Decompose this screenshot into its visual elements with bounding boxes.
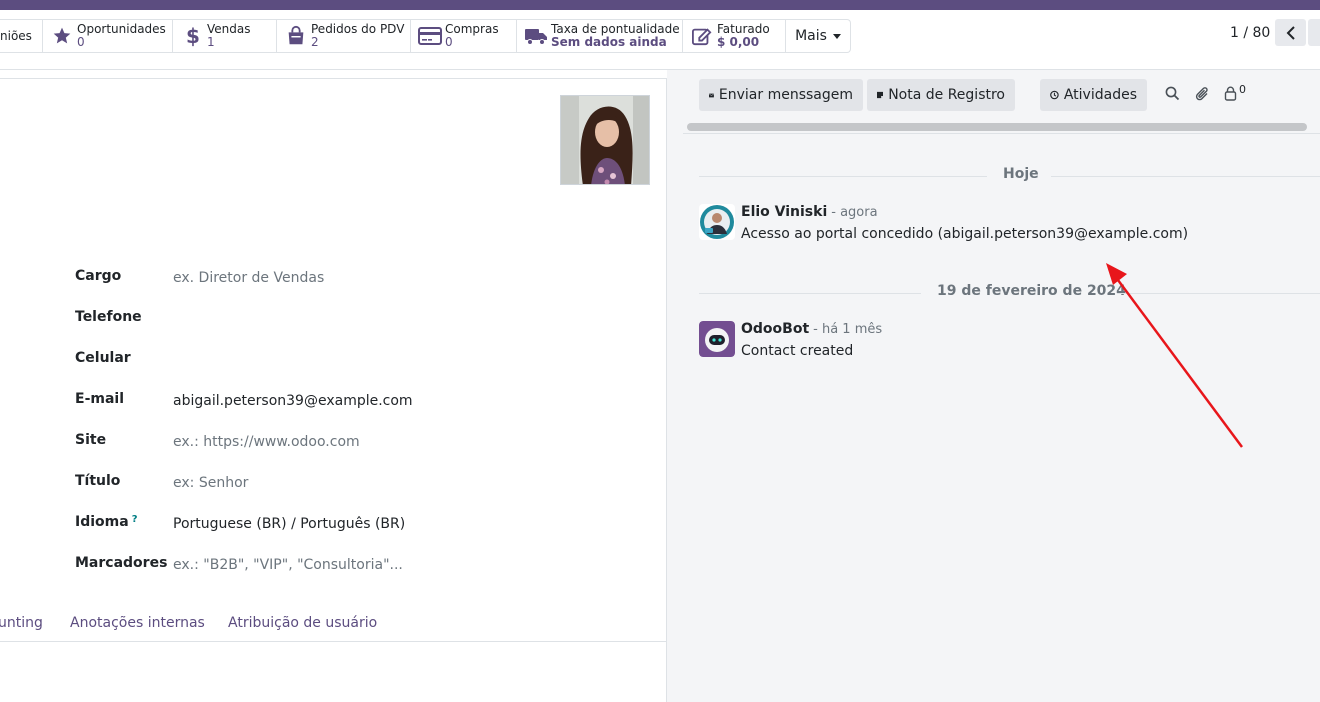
pager-value[interactable]: 1 / 80 [1230, 25, 1270, 41]
activities-button[interactable]: Atividades [1040, 79, 1147, 111]
stat-value: Sem dados ainda [551, 35, 667, 49]
date-label: Hoje [1003, 166, 1039, 182]
send-message-button[interactable]: Enviar menssagem [699, 79, 863, 111]
stat-button-on-time-rate[interactable]: Taxa de pontualidade Sem dados ainda [517, 19, 683, 53]
stat-button-purchases[interactable]: Compras 0 [411, 19, 517, 53]
field-row-job-position: Cargo ex. Diretor de Vendas [75, 268, 635, 290]
date-separator-older: 19 de fevereiro de 2024 [699, 283, 1320, 303]
stat-value: 1 [207, 35, 215, 49]
email-input[interactable]: abigail.peterson39@example.com [173, 393, 413, 409]
clock-icon [1050, 90, 1059, 100]
chatter-panel: Enviar menssagem Nota de Registro Ativid… [667, 70, 1320, 702]
search-icon[interactable] [1165, 86, 1180, 105]
truck-icon [523, 27, 549, 45]
date-label: 19 de fevereiro de 2024 [937, 283, 1126, 299]
edit-invoice-icon [689, 26, 715, 46]
odoobot-avatar[interactable] [699, 321, 735, 357]
message-author: OdooBot - há 1 mês [741, 321, 883, 337]
stat-value: 2 [311, 35, 319, 49]
field-label: Telefone [75, 309, 142, 325]
stat-label: Pedidos do PDV [311, 22, 405, 36]
message-time: - há 1 mês [813, 322, 883, 337]
stat-label: Oportunidades [77, 22, 166, 36]
title-input[interactable]: ex: Senhor [173, 475, 248, 491]
send-message-label: Enviar menssagem [718, 87, 853, 103]
help-tooltip-icon[interactable]: ? [132, 514, 138, 525]
log-note-label: Nota de Registro [888, 87, 1005, 103]
chatter-divider [683, 133, 1320, 134]
form-notebook-tabs: unting Anotações internas Atribuição de … [0, 605, 666, 642]
field-row-mobile: Celular [75, 350, 635, 372]
website-input[interactable]: ex.: https://www.odoo.com [173, 434, 360, 450]
log-note-button[interactable]: Nota de Registro [867, 79, 1015, 111]
field-label: Idioma? [75, 514, 138, 530]
tab-accounting[interactable]: unting [0, 615, 43, 631]
stat-value: 0 [77, 35, 85, 49]
stat-button-meetings[interactable]: niões [0, 19, 43, 53]
message-body: Acesso ao portal concedido (abigail.pete… [741, 226, 1189, 242]
language-select[interactable]: Portuguese (BR) / Português (BR) [173, 516, 405, 532]
more-dropdown-button[interactable]: Mais [786, 19, 851, 53]
tags-input[interactable]: ex.: "B2B", "VIP", "Consultoria"... [173, 557, 403, 573]
credit-card-icon [417, 27, 443, 45]
field-row-website: Site ex.: https://www.odoo.com [75, 432, 635, 454]
more-label: Mais [795, 28, 827, 44]
field-row-tags: Marcadores ex.: "B2B", "VIP", "Consultor… [75, 555, 635, 577]
caret-down-icon [832, 33, 841, 39]
followers-lock-icon[interactable] [1224, 86, 1237, 105]
stat-value: $ 0,00 [717, 35, 760, 49]
field-label: Celular [75, 350, 131, 366]
field-row-title: Título ex: Senhor [75, 473, 635, 495]
field-label: Cargo [75, 268, 122, 284]
stat-label: Compras [445, 22, 499, 36]
stat-button-opportunities[interactable]: Oportunidades 0 [43, 19, 173, 53]
activities-label: Atividades [1063, 87, 1137, 103]
field-label: E-mail [75, 391, 125, 407]
stat-button-bar: niões Oportunidades 0 $ Vendas 1 Pedidos… [0, 10, 1320, 70]
job-position-input[interactable]: ex. Diretor de Vendas [173, 270, 324, 286]
chevron-left-icon [1286, 25, 1295, 40]
pager-next-button[interactable] [1308, 19, 1320, 46]
stat-value: 0 [445, 35, 453, 49]
stat-label: niões [0, 28, 32, 43]
followers-count[interactable]: 0 [1239, 83, 1246, 96]
stat-button-sales[interactable]: $ Vendas 1 [173, 19, 277, 53]
sticky-note-icon [877, 91, 884, 99]
message-author: Elio Viniski - agora [741, 204, 878, 220]
message-time: - agora [831, 205, 878, 220]
user-avatar[interactable] [699, 204, 735, 240]
envelope-icon [709, 93, 714, 97]
language-label: Idioma [75, 514, 129, 530]
message-body: Contact created [741, 343, 854, 359]
top-navbar [0, 0, 1320, 10]
field-label: Título [75, 473, 121, 489]
tab-user-assignment[interactable]: Atribuição de usuário [228, 615, 377, 631]
stat-button-invoiced[interactable]: Faturado $ 0,00 [683, 19, 786, 53]
pager-previous-button[interactable] [1275, 19, 1306, 46]
paperclip-icon[interactable] [1195, 86, 1210, 106]
field-label: Marcadores [75, 555, 168, 571]
horizontal-scrollbar[interactable] [687, 123, 1307, 131]
stat-button-pos-orders[interactable]: Pedidos do PDV 2 [277, 19, 411, 53]
field-row-email: E-mail abigail.peterson39@example.com [75, 391, 635, 413]
field-row-phone: Telefone [75, 309, 635, 331]
field-row-language: Idioma? Portuguese (BR) / Português (BR) [75, 514, 635, 536]
date-separator-today: Hoje [699, 166, 1320, 186]
shopping-bag-icon [283, 25, 309, 47]
star-icon [49, 26, 75, 46]
field-label: Site [75, 432, 107, 448]
contact-avatar[interactable] [560, 95, 650, 185]
svg-text:$: $ [186, 25, 199, 47]
tab-internal-notes[interactable]: Anotações internas [70, 615, 205, 631]
dollar-icon: $ [179, 25, 205, 47]
